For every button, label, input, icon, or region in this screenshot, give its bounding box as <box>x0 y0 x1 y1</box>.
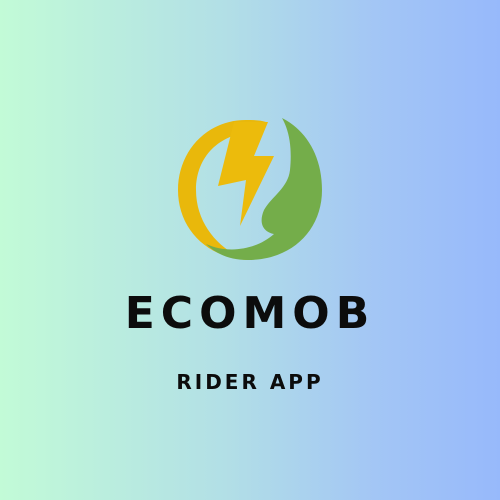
ecomob-logo <box>178 118 322 260</box>
splash-screen: ECOMOB RIDER APP <box>0 0 500 500</box>
app-subtitle: RIDER APP <box>176 370 324 394</box>
app-title: ECOMOB <box>124 288 376 339</box>
